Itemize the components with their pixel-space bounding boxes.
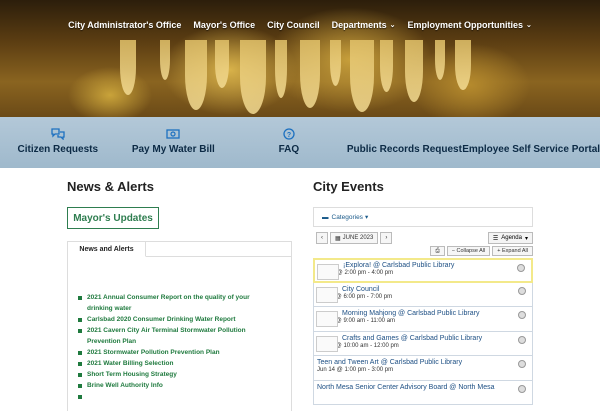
nav-departments[interactable]: Departments ⌄ xyxy=(326,20,402,30)
prev-month-button[interactable]: ‹ xyxy=(316,232,328,244)
view-selector[interactable]: ☰ Agenda ▾ xyxy=(487,232,533,244)
nav-employment[interactable]: Employment Opportunities ⌄ xyxy=(402,20,538,30)
expand-circle-icon[interactable] xyxy=(518,335,526,344)
event-actions: ⎙ − Collapse All + Expand All xyxy=(430,246,533,256)
expand-circle-icon[interactable] xyxy=(518,286,526,295)
news-item[interactable]: 2021 Annual Consumer Report on the quali… xyxy=(76,292,256,314)
expand-all-button[interactable]: + Expand All xyxy=(492,246,533,256)
hero-banner: City Administrator's Office Mayor's Offi… xyxy=(0,0,600,117)
chat-bubbles-icon xyxy=(51,128,65,140)
folder-icon: ▬ xyxy=(322,213,329,221)
expand-circle-icon[interactable] xyxy=(518,360,526,368)
news-item[interactable]: Brine Well Authority Info xyxy=(76,380,256,391)
nav-city-administrator[interactable]: City Administrator's Office xyxy=(62,20,187,30)
chevron-down-icon: ⌄ xyxy=(526,22,532,29)
event-item[interactable]: City Council Jun 13 @ 6:00 pm - 7:00 pm xyxy=(313,282,533,307)
calendar-icon: ▦ xyxy=(335,235,341,242)
event-item[interactable]: Teen and Tween Art @ Carlsbad Public Lib… xyxy=(313,356,533,381)
main-nav: City Administrator's Office Mayor's Offi… xyxy=(0,20,600,30)
news-item[interactable]: Short Term Housing Strategy xyxy=(76,369,256,380)
svg-text:?: ? xyxy=(287,132,291,139)
news-list: 2021 Annual Consumer Report on the quali… xyxy=(76,292,256,399)
event-item[interactable]: North Mesa Senior Center Advisory Board … xyxy=(313,380,533,405)
events-list: ¡Explora! @ Carlsbad Public Library Jun … xyxy=(313,258,533,405)
month-controls: ‹ ▦ JUNE 2023 › xyxy=(316,232,394,244)
expand-circle-icon[interactable] xyxy=(517,264,525,272)
quicklink-citizen-requests[interactable]: Citizen Requests xyxy=(0,117,116,168)
mayors-updates-button[interactable]: Mayor's Updates xyxy=(67,207,159,229)
collapse-all-button[interactable]: − Collapse All xyxy=(446,246,491,256)
event-thumbnail xyxy=(316,335,338,352)
nav-city-council[interactable]: City Council xyxy=(261,20,326,30)
news-item[interactable]: 2021 Cavern City Air Terminal Stormwater… xyxy=(76,325,256,347)
news-heading: News & Alerts xyxy=(67,179,154,194)
quicklink-public-records[interactable]: Public Records Request xyxy=(347,117,463,168)
money-icon xyxy=(166,128,180,140)
quicklink-pay-water-bill[interactable]: Pay My Water Bill xyxy=(116,117,232,168)
print-icon: ⎙ xyxy=(435,247,440,254)
print-button[interactable]: ⎙ xyxy=(430,246,445,256)
expand-circle-icon[interactable] xyxy=(518,311,526,319)
event-thumbnail xyxy=(316,311,338,327)
nav-mayors-office[interactable]: Mayor's Office xyxy=(187,20,261,30)
caret-down-icon: ▾ xyxy=(524,235,528,242)
news-item[interactable]: 2021 Water Billing Selection xyxy=(76,358,256,369)
month-picker[interactable]: ▦ JUNE 2023 xyxy=(330,232,379,244)
news-item[interactable]: 2021 Stormwater Pollution Prevention Pla… xyxy=(76,347,256,358)
tab-news-and-alerts[interactable]: News and Alerts xyxy=(68,242,146,257)
question-circle-icon: ? xyxy=(282,128,296,140)
event-thumbnail xyxy=(316,286,338,303)
news-panel: News and Alerts 2021 Annual Consumer Rep… xyxy=(67,241,292,411)
event-item[interactable]: Crafts and Games @ Carlsbad Public Libra… xyxy=(313,331,533,356)
expand-circle-icon[interactable] xyxy=(518,384,526,393)
event-item[interactable]: ¡Explora! @ Carlsbad Public Library Jun … xyxy=(313,258,533,283)
news-item[interactable]: Carlsbad 2020 Consumer Drinking Water Re… xyxy=(76,314,256,325)
chevron-down-icon: ⌄ xyxy=(389,22,396,29)
caret-down-icon: ▾ xyxy=(364,214,369,221)
event-thumbnail xyxy=(317,264,339,280)
list-icon: ☰ xyxy=(492,235,499,242)
events-calendar: ▬ Categories ▾ ‹ ▦ JUNE 2023 › ☰ Agenda … xyxy=(313,207,533,407)
event-item[interactable]: Morning Mahjong @ Carlsbad Public Librar… xyxy=(313,307,533,332)
quick-links-bar: Citizen Requests Pay My Water Bill ? FAQ… xyxy=(0,117,600,168)
categories-filter[interactable]: ▬ Categories ▾ xyxy=(313,207,533,227)
quicklink-employee-portal[interactable]: Employee Self Service Portal xyxy=(462,117,600,168)
next-month-button[interactable]: › xyxy=(380,232,393,244)
quicklink-faq[interactable]: ? FAQ xyxy=(231,117,347,168)
events-heading: City Events xyxy=(313,179,384,194)
